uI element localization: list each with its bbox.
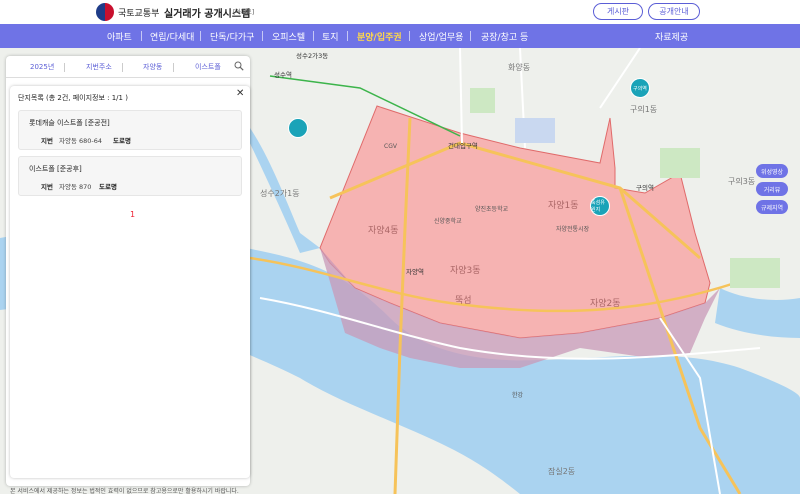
page-number[interactable]: 1	[130, 210, 135, 219]
park-block	[730, 258, 780, 288]
map-label: 성수2가1동	[260, 189, 300, 198]
system-subtitle: [아파트]	[233, 9, 255, 16]
map-label: 자양4동	[368, 226, 399, 236]
filter-divider	[122, 63, 123, 72]
nav-land[interactable]: 토지	[322, 30, 339, 43]
map-label: 구의3동	[728, 177, 756, 186]
nav-detached[interactable]: 단독/다가구	[210, 30, 254, 43]
streetview-button[interactable]: 거리뷰	[756, 182, 788, 196]
nav-presale[interactable]: 분양/입주권	[357, 30, 402, 43]
nav-divider	[470, 31, 471, 41]
map-label: 구의1동	[630, 105, 658, 114]
map-label: 화양동	[508, 63, 531, 72]
nav-divider	[262, 31, 263, 41]
nav-apartment[interactable]: 아파트	[107, 30, 132, 43]
station-marker[interactable]: 구의역	[630, 78, 650, 98]
map-label: 성수2가3동	[296, 52, 329, 60]
complex-card[interactable]: 롯데캐슬 이스트폴 [준공전] 지번 자양동 680-64 도로명	[18, 110, 242, 150]
nav-divider	[409, 31, 410, 41]
park-block	[660, 148, 700, 178]
nav-divider	[347, 31, 348, 41]
nav-commercial[interactable]: 상업/업무용	[419, 30, 463, 43]
complex-filter[interactable]: 이스트폴	[195, 62, 221, 72]
complex-list-panel: 단지목록 (총 2건, 페이지정보 : 1/1 ) ✕ 롯데캐슬 이스트폴 [준…	[10, 86, 250, 478]
satellite-button[interactable]: 위성영상	[756, 164, 788, 178]
road-label: 도로명	[99, 183, 117, 191]
map-label: 신양중학교	[434, 218, 462, 225]
map-label: 자양역	[406, 268, 424, 276]
lot-value: 자양동 680-64	[59, 137, 103, 145]
filter-bar: 2025년 지번주소 자양동 이스트폴	[6, 56, 250, 78]
ministry-logo-icon[interactable]	[96, 3, 114, 21]
filter-divider	[173, 63, 174, 72]
board-button[interactable]: 게시판	[593, 3, 643, 20]
complex-card[interactable]: 이스트폴 [준공후] 지번 자양동 870 도로명	[18, 156, 242, 196]
nav-factory[interactable]: 공장/창고 등	[481, 30, 528, 43]
list-title: 단지목록 (총 2건, 페이지정보 : 1/1 )	[18, 94, 128, 102]
nav-divider	[313, 31, 314, 41]
lot-label: 지번	[41, 137, 53, 145]
station-marker[interactable]	[288, 118, 308, 138]
school-block	[515, 118, 555, 143]
filter-divider	[64, 63, 65, 72]
map-label: 건대입구역	[448, 142, 478, 150]
nav-data-provision[interactable]: 자료제공	[655, 30, 688, 43]
notice-button[interactable]: 공개안내	[648, 3, 700, 20]
nav-rowhouse[interactable]: 연립/다세대	[150, 30, 194, 43]
nav-divider	[141, 31, 142, 41]
ministry-name[interactable]: 국토교통부	[118, 6, 159, 19]
complex-name[interactable]: 롯데캐슬 이스트폴 [준공전]	[29, 118, 110, 128]
lot-label: 지번	[41, 183, 53, 191]
address-type-filter[interactable]: 지번주소	[86, 62, 112, 72]
park-block	[470, 88, 495, 113]
river-east	[715, 288, 800, 338]
map-label: 자양3동	[450, 266, 481, 276]
regulation-area-button[interactable]: 규제지역	[756, 200, 788, 214]
district-filter[interactable]: 자양동	[143, 62, 162, 72]
nav-officetel[interactable]: 오피스텔	[272, 30, 305, 43]
map-label: 잠실2동	[548, 467, 576, 476]
map-label: 자양2동	[590, 299, 621, 309]
main-nav: 아파트 연립/다세대 단독/다가구 오피스텔 토지 분양/입주권 상업/업무용 …	[0, 24, 800, 48]
year-filter[interactable]: 2025년	[30, 62, 54, 72]
search-icon[interactable]	[234, 61, 244, 71]
road-label: 도로명	[113, 137, 131, 145]
complex-name[interactable]: 이스트폴 [준공후]	[29, 164, 82, 174]
header: 국토교통부 실거래가 공개시스템 [아파트] 게시판 공개안내	[0, 0, 800, 24]
nav-divider	[200, 31, 201, 41]
map-label: 성수역	[274, 71, 292, 79]
map-label: 자양1동	[548, 201, 579, 211]
map-label: 뚝섬	[455, 296, 472, 306]
map-label: 양진초등학교	[475, 206, 509, 213]
close-icon[interactable]: ✕	[236, 88, 244, 99]
footer-notice: 본 서비스에서 제공하는 정보는 법적인 효력이 없으므로 참고용으로만 활용하…	[10, 488, 239, 494]
map-label: CGV	[384, 143, 397, 150]
lot-value: 자양동 870	[59, 183, 92, 191]
map-label: 구의역	[636, 184, 654, 192]
map-label: 한강	[512, 392, 524, 399]
station-marker[interactable]: 뚝섬유원지	[590, 196, 610, 216]
map-label: 자양전통시장	[556, 226, 590, 233]
